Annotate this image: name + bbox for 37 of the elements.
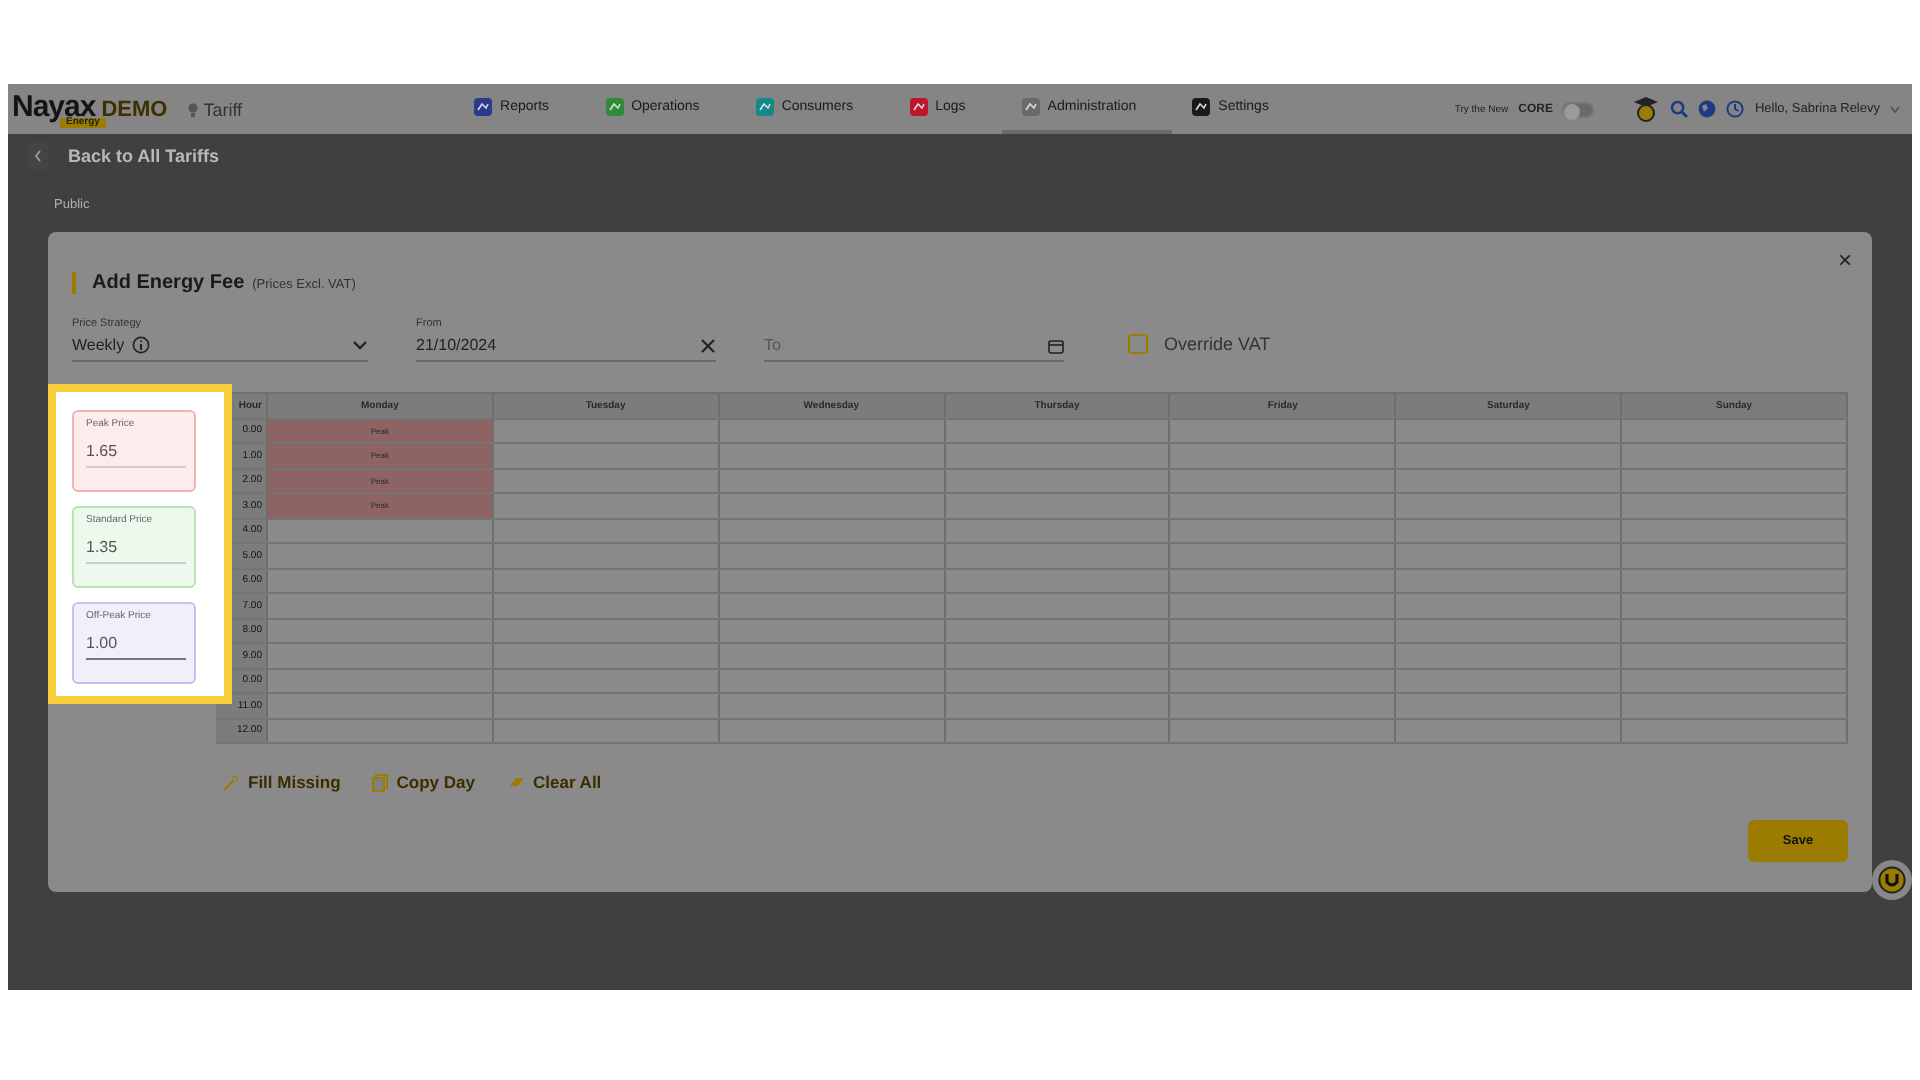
- chevron-down-icon: [352, 340, 368, 350]
- clear-icon[interactable]: [700, 337, 716, 353]
- bulb-icon: [187, 101, 198, 117]
- nav-icon: [1021, 98, 1040, 116]
- close-button[interactable]: ×: [1837, 248, 1852, 272]
- back-link[interactable]: Back to All Tariffs: [68, 146, 220, 166]
- copy-icon: [372, 773, 389, 791]
- nav-icon: [605, 98, 624, 116]
- nav-icon: [474, 98, 493, 116]
- wand-icon: [222, 773, 240, 791]
- modal-title: Add Energy Fee: [92, 272, 245, 294]
- chevron-down-icon[interactable]: [1890, 105, 1900, 113]
- nav-icon: [755, 98, 774, 116]
- action-button[interactable]: Clear All: [507, 772, 602, 792]
- info-icon[interactable]: [132, 336, 151, 354]
- graduation-cap-icon[interactable]: [1632, 96, 1661, 122]
- override-vat-label: Override VAT: [1164, 334, 1271, 354]
- eraser-icon: [507, 774, 525, 790]
- nav-icon: [1192, 98, 1211, 116]
- globe-icon[interactable]: [1698, 100, 1717, 118]
- price-input[interactable]: 1.65: [86, 430, 186, 468]
- breadcrumb: Tariff: [203, 99, 243, 119]
- core-toggle[interactable]: [1562, 101, 1595, 117]
- calendar-icon[interactable]: [1048, 337, 1064, 353]
- logo-text: Nayax: [12, 91, 96, 121]
- nav-icon: [909, 98, 928, 116]
- logo-tag: DEMO: [101, 99, 168, 121]
- search-icon[interactable]: [1670, 100, 1689, 118]
- clock-icon[interactable]: [1726, 100, 1745, 118]
- back-button[interactable]: [28, 142, 48, 170]
- chevron-left-icon: [34, 150, 42, 162]
- override-vat-checkbox[interactable]: [1128, 334, 1148, 354]
- action-button[interactable]: Fill Missing: [222, 772, 341, 792]
- action-button[interactable]: Copy Day: [372, 772, 475, 792]
- date-input[interactable]: 21/10/2024: [416, 336, 656, 354]
- price-input[interactable]: 1.00: [86, 622, 186, 660]
- price-input[interactable]: 1.35: [86, 526, 186, 564]
